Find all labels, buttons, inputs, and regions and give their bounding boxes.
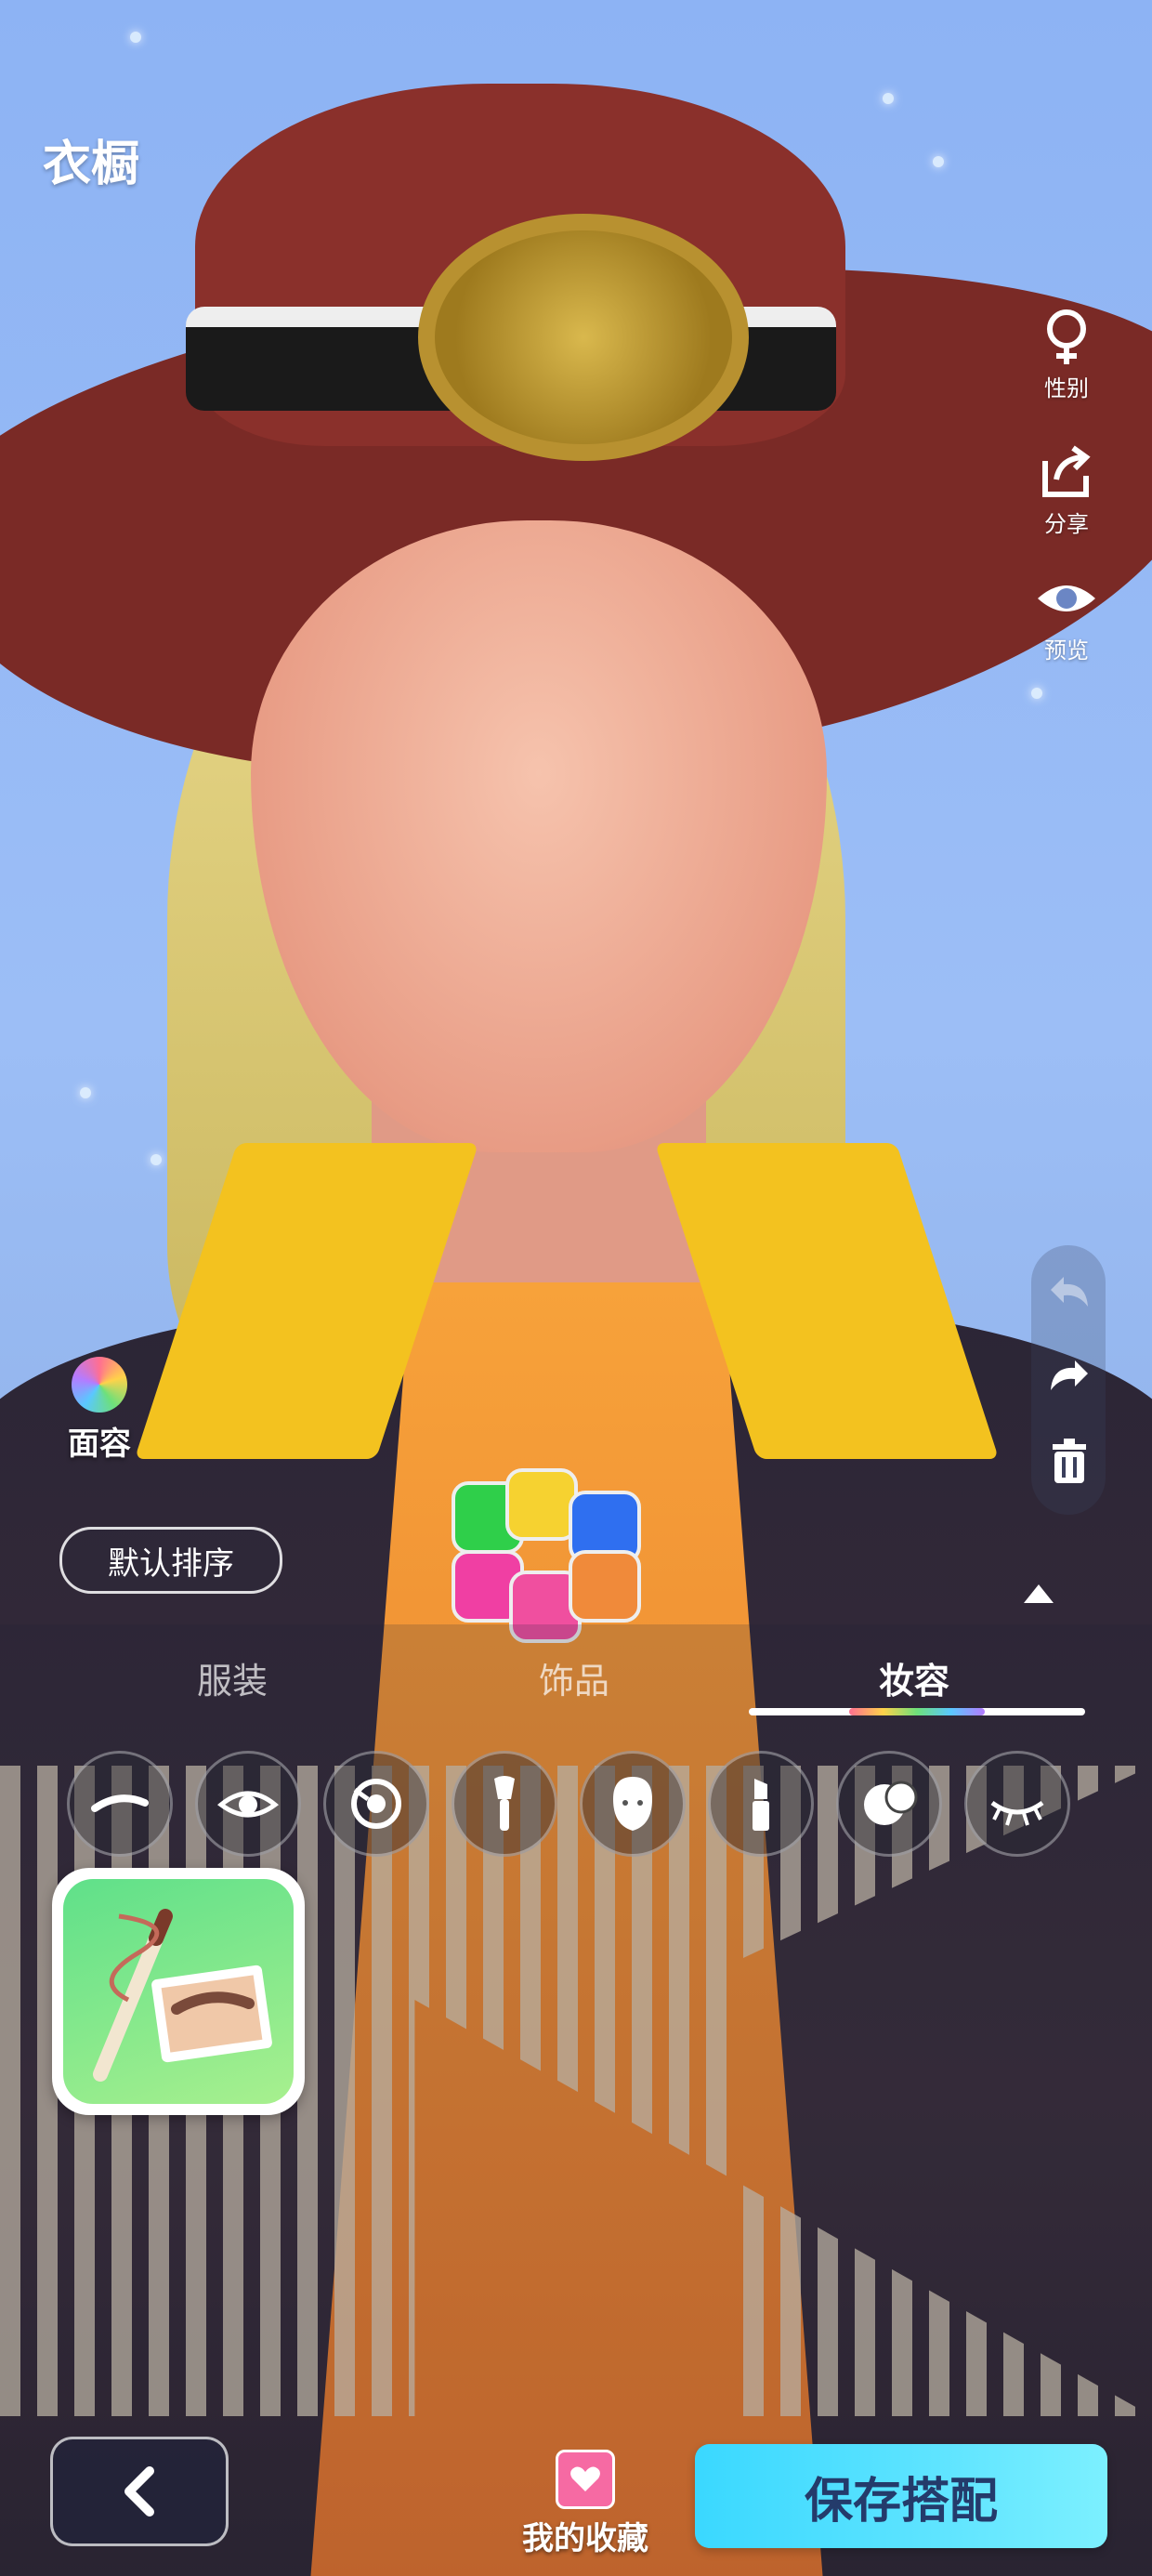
tab-accessories[interactable]: 饰品 bbox=[539, 1652, 609, 1703]
makeup-item-card[interactable] bbox=[52, 1868, 305, 2115]
undo-icon[interactable] bbox=[1045, 1269, 1093, 1318]
necklace-gem bbox=[505, 1468, 578, 1541]
hat-star-badge bbox=[418, 214, 749, 461]
category-eyebrow[interactable] bbox=[67, 1751, 173, 1857]
necklace-gem bbox=[569, 1550, 641, 1623]
female-icon bbox=[1047, 309, 1086, 364]
eye-icon bbox=[216, 1791, 280, 1818]
face-paint-icon bbox=[864, 1781, 918, 1825]
face-icon bbox=[613, 1777, 652, 1831]
sparkle bbox=[883, 93, 894, 104]
sparkle bbox=[933, 156, 944, 167]
category-brush[interactable] bbox=[452, 1751, 557, 1857]
save-outfit-button[interactable]: 保存搭配 bbox=[695, 2444, 1107, 2548]
expand-panel-icon[interactable] bbox=[1024, 1584, 1054, 1603]
favorites-label: 我的收藏 bbox=[522, 2520, 648, 2557]
page-title: 衣橱 bbox=[43, 137, 140, 192]
eyelash-icon bbox=[990, 1800, 1044, 1826]
active-tab-indicator bbox=[749, 1708, 1085, 1715]
sparkle bbox=[130, 32, 141, 43]
share-button[interactable]: 分享 bbox=[1020, 442, 1113, 538]
share-label: 分享 bbox=[1044, 511, 1089, 537]
eyebrow-pencil-icon bbox=[93, 1909, 272, 2082]
share-icon bbox=[1042, 445, 1091, 497]
tab-makeup[interactable]: 妆容 bbox=[879, 1652, 949, 1703]
category-face-paint[interactable] bbox=[836, 1751, 942, 1857]
face-button[interactable]: 面容 bbox=[58, 1357, 141, 1464]
category-face[interactable] bbox=[580, 1751, 686, 1857]
brush-icon bbox=[494, 1776, 515, 1831]
face-palette-icon bbox=[72, 1357, 127, 1413]
gender-button[interactable]: 性别 bbox=[1020, 307, 1113, 402]
redo-icon[interactable] bbox=[1045, 1353, 1093, 1401]
chevron-left-icon bbox=[124, 2466, 154, 2517]
preview-label: 预览 bbox=[1044, 637, 1089, 664]
eye-color-icon bbox=[351, 1779, 401, 1829]
eyebrow-pencil-thumbnail bbox=[63, 1879, 294, 2104]
preview-button[interactable]: 预览 bbox=[1020, 569, 1113, 664]
face-label: 面容 bbox=[68, 1426, 131, 1463]
back-button[interactable] bbox=[50, 2437, 229, 2546]
sparkle bbox=[80, 1087, 91, 1098]
category-eye[interactable] bbox=[195, 1751, 301, 1857]
eye-icon bbox=[1038, 585, 1095, 611]
avatar-face bbox=[251, 520, 827, 1152]
category-lipstick[interactable] bbox=[708, 1751, 814, 1857]
sparkle bbox=[1031, 688, 1042, 699]
category-eye-color[interactable] bbox=[323, 1751, 429, 1857]
lipstick-icon bbox=[753, 1779, 769, 1831]
gender-label: 性别 bbox=[1044, 375, 1089, 401]
tab-clothing[interactable]: 服装 bbox=[197, 1652, 268, 1703]
eyebrow-icon bbox=[91, 1794, 149, 1812]
favorites-button[interactable]: 我的收藏 bbox=[506, 2450, 664, 2558]
heart-icon bbox=[556, 2450, 615, 2509]
sparkle bbox=[151, 1154, 162, 1165]
sort-button[interactable]: 默认排序 bbox=[59, 1527, 282, 1594]
trash-icon[interactable] bbox=[1045, 1437, 1093, 1485]
category-eyelash[interactable] bbox=[964, 1751, 1070, 1857]
